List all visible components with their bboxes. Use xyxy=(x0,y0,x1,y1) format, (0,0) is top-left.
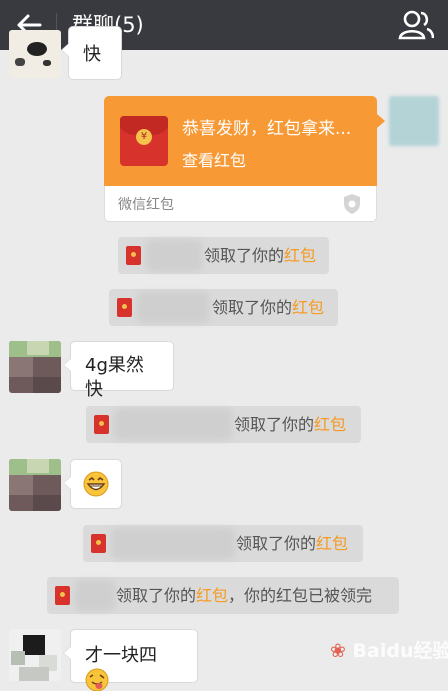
avatar[interactable] xyxy=(9,629,61,681)
red-packet-header: ¥ 恭喜发财，红包拿来... 查看红包 xyxy=(104,96,385,186)
system-notice: 领取了你的红包 xyxy=(109,289,338,326)
red-envelope-icon: ¥ xyxy=(120,116,168,166)
message-bubble: 才一块四 xyxy=(63,629,198,691)
shield-icon xyxy=(344,194,360,214)
red-envelope-icon xyxy=(94,415,109,434)
avatar[interactable] xyxy=(9,459,61,511)
system-text: 领取了你的 xyxy=(116,586,197,605)
system-notice: 领取了你的红包，你的红包已被领完 xyxy=(47,577,399,614)
system-notice: 领取了你的红包 xyxy=(118,237,329,274)
red-packet-link[interactable]: 红包 xyxy=(196,586,228,605)
tongue-emoji-icon xyxy=(85,668,109,691)
system-text: 领取了你的 xyxy=(212,298,293,317)
red-packet-link[interactable]: 红包 xyxy=(292,298,324,317)
avatar[interactable] xyxy=(9,30,61,78)
blurred-name xyxy=(75,580,115,611)
red-packet-label: 微信红包 xyxy=(118,197,174,213)
grin-emoji-icon xyxy=(83,471,109,497)
message-text: 4g果然快 xyxy=(85,355,144,400)
red-packet-link[interactable]: 红包 xyxy=(314,415,346,434)
watermark-text: Baidu经验 xyxy=(352,640,448,662)
system-notice: 领取了你的红包 xyxy=(83,525,363,562)
message-bubble: 4g果然快 xyxy=(63,341,174,400)
system-text: 领取了你的 xyxy=(204,246,285,265)
blurred-name xyxy=(146,240,202,271)
red-packet-footer: 微信红包 xyxy=(104,186,377,222)
red-packet-card[interactable]: ¥ 恭喜发财，红包拿来... 查看红包 微信红包 xyxy=(104,96,385,222)
red-packet-title: 恭喜发财，红包拿来... xyxy=(182,119,352,139)
watermark: ❀ Baidu经验 xyxy=(330,636,448,663)
blurred-name xyxy=(111,528,235,559)
red-envelope-icon xyxy=(91,534,106,553)
system-text: 领取了你的 xyxy=(234,415,315,434)
message-text: 快 xyxy=(83,44,101,65)
avatar[interactable] xyxy=(9,341,61,393)
message-text: 才一块四 xyxy=(85,645,157,666)
blurred-name xyxy=(137,292,209,323)
red-envelope-icon xyxy=(117,298,132,317)
red-packet-link[interactable]: 红包 xyxy=(316,534,348,553)
message-bubble: 快 xyxy=(61,26,122,80)
red-packet-subtitle: 查看红包 xyxy=(182,151,247,170)
red-packet-link[interactable]: 红包 xyxy=(284,246,316,265)
system-notice: 领取了你的红包 xyxy=(86,406,361,443)
people-icon[interactable] xyxy=(398,8,434,42)
blurred-name xyxy=(114,409,232,440)
my-avatar[interactable] xyxy=(389,96,439,146)
red-envelope-icon xyxy=(55,586,70,605)
system-text: 领取了你的 xyxy=(236,534,317,553)
red-envelope-icon xyxy=(126,246,141,265)
system-text: ，你的红包已被领完 xyxy=(228,586,373,605)
message-bubble xyxy=(63,459,122,509)
